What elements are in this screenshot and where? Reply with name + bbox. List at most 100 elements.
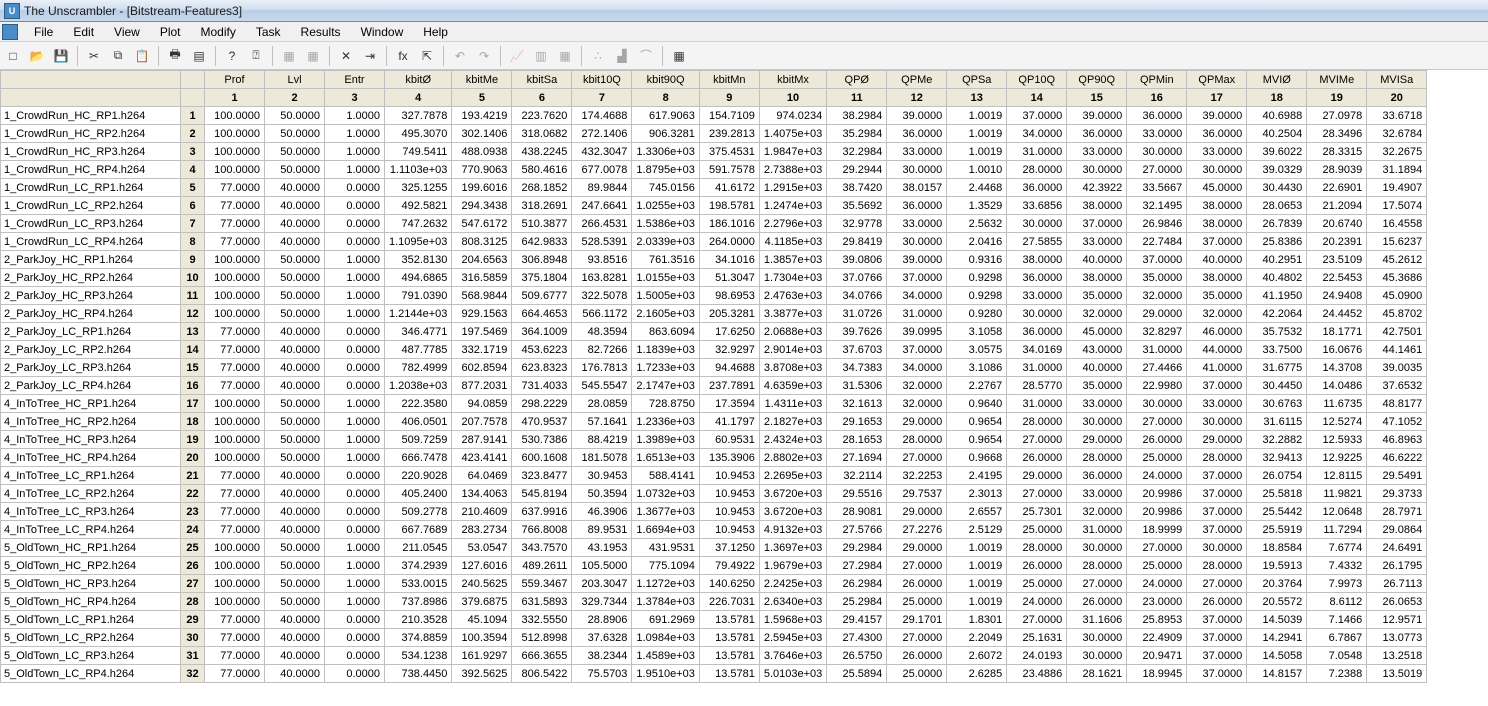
data-cell[interactable]: 1.4589e+03 <box>632 647 699 665</box>
data-cell[interactable]: 30.0000 <box>1007 305 1067 323</box>
data-cell[interactable]: 26.0000 <box>1187 593 1247 611</box>
data-cell[interactable]: 45.0000 <box>1187 179 1247 197</box>
data-cell[interactable]: 100.0000 <box>205 161 265 179</box>
data-cell[interactable]: 42.2064 <box>1247 305 1307 323</box>
data-cell[interactable]: 88.4219 <box>572 431 632 449</box>
data-cell[interactable]: 40.0000 <box>1067 359 1127 377</box>
data-cell[interactable]: 0.9640 <box>947 395 1007 413</box>
data-cell[interactable]: 22.7484 <box>1127 233 1187 251</box>
data-cell[interactable]: 10.9453 <box>699 467 759 485</box>
data-cell[interactable]: 534.1238 <box>385 647 452 665</box>
data-cell[interactable]: 14.5058 <box>1247 647 1307 665</box>
data-cell[interactable]: 20.3764 <box>1247 575 1307 593</box>
data-cell[interactable]: 34.0169 <box>1007 341 1067 359</box>
row-index[interactable]: 18 <box>181 413 205 431</box>
data-cell[interactable]: 1.0000 <box>325 251 385 269</box>
row-name[interactable]: 2_ParkJoy_HC_RP4.h264 <box>1 305 181 323</box>
data-cell[interactable]: 28.0000 <box>1007 539 1067 557</box>
data-cell[interactable]: 50.3594 <box>572 485 632 503</box>
data-cell[interactable]: 487.7785 <box>385 341 452 359</box>
data-cell[interactable]: 38.2984 <box>827 107 887 125</box>
data-cell[interactable]: 545.8194 <box>512 485 572 503</box>
data-cell[interactable]: 488.0938 <box>452 143 512 161</box>
data-cell[interactable]: 50.0000 <box>265 593 325 611</box>
data-cell[interactable]: 27.0000 <box>887 629 947 647</box>
data-cell[interactable]: 1.7233e+03 <box>632 359 699 377</box>
data-cell[interactable]: 0.9298 <box>947 269 1007 287</box>
data-cell[interactable]: 22.9980 <box>1127 377 1187 395</box>
data-cell[interactable]: 13.2518 <box>1367 647 1427 665</box>
data-cell[interactable]: 25.7301 <box>1007 503 1067 521</box>
data-cell[interactable]: 40.0000 <box>265 197 325 215</box>
row-name[interactable]: 2_ParkJoy_HC_RP2.h264 <box>1 269 181 287</box>
data-cell[interactable]: 100.0000 <box>205 125 265 143</box>
menu-view[interactable]: View <box>104 23 150 41</box>
data-cell[interactable]: 2.3013 <box>947 485 1007 503</box>
menu-results[interactable]: Results <box>291 23 351 41</box>
data-cell[interactable]: 0.0000 <box>325 647 385 665</box>
data-cell[interactable]: 26.7113 <box>1367 575 1427 593</box>
data-cell[interactable]: 53.0547 <box>452 539 512 557</box>
data-cell[interactable]: 38.2344 <box>572 647 632 665</box>
data-cell[interactable]: 17.5074 <box>1367 197 1427 215</box>
data-cell[interactable]: 33.0000 <box>1067 233 1127 251</box>
data-cell[interactable]: 26.1795 <box>1367 557 1427 575</box>
data-cell[interactable]: 16.0676 <box>1307 341 1367 359</box>
data-cell[interactable]: 25.0000 <box>1127 557 1187 575</box>
data-cell[interactable]: 40.0000 <box>1067 251 1127 269</box>
data-cell[interactable]: 7.2388 <box>1307 665 1367 683</box>
data-cell[interactable]: 530.7386 <box>512 431 572 449</box>
data-cell[interactable]: 40.0000 <box>265 647 325 665</box>
data-cell[interactable]: 1.0010 <box>947 161 1007 179</box>
data-cell[interactable]: 1.0000 <box>325 143 385 161</box>
data-cell[interactable]: 34.0766 <box>827 287 887 305</box>
data-cell[interactable]: 37.0000 <box>1187 665 1247 683</box>
column-index[interactable]: 18 <box>1247 89 1307 107</box>
column-index[interactable]: 19 <box>1307 89 1367 107</box>
data-cell[interactable]: 1.4311e+03 <box>759 395 826 413</box>
data-cell[interactable]: 0.9316 <box>947 251 1007 269</box>
data-cell[interactable]: 1.7304e+03 <box>759 269 826 287</box>
data-cell[interactable]: 1.2474e+03 <box>759 197 826 215</box>
column-header[interactable]: kbit10Q <box>572 71 632 89</box>
data-cell[interactable]: 100.0000 <box>205 449 265 467</box>
data-cell[interactable]: 222.3580 <box>385 395 452 413</box>
data-cell[interactable]: 37.0000 <box>1127 251 1187 269</box>
data-cell[interactable]: 1.2038e+03 <box>385 377 452 395</box>
data-cell[interactable]: 2.2695e+03 <box>759 467 826 485</box>
data-cell[interactable]: 1.5386e+03 <box>632 215 699 233</box>
data-cell[interactable]: 30.0000 <box>1067 413 1127 431</box>
row-name[interactable]: 1_CrowdRun_HC_RP4.h264 <box>1 161 181 179</box>
data-cell[interactable]: 12.0648 <box>1307 503 1367 521</box>
data-cell[interactable]: 29.8419 <box>827 233 887 251</box>
data-cell[interactable]: 2.2425e+03 <box>759 575 826 593</box>
data-cell[interactable]: 28.0000 <box>887 431 947 449</box>
data-cell[interactable]: 1.0000 <box>325 557 385 575</box>
data-cell[interactable]: 32.9778 <box>827 215 887 233</box>
data-cell[interactable]: 37.0000 <box>1067 215 1127 233</box>
data-cell[interactable]: 17.6250 <box>699 323 759 341</box>
data-cell[interactable]: 31.0000 <box>1007 143 1067 161</box>
data-cell[interactable]: 27.0000 <box>1127 161 1187 179</box>
data-cell[interactable]: 29.0000 <box>887 413 947 431</box>
data-cell[interactable]: 77.0000 <box>205 485 265 503</box>
data-cell[interactable]: 30.6763 <box>1247 395 1307 413</box>
data-cell[interactable]: 7.4332 <box>1307 557 1367 575</box>
data-cell[interactable]: 745.0156 <box>632 179 699 197</box>
data-cell[interactable]: 306.8948 <box>512 251 572 269</box>
data-cell[interactable]: 38.7420 <box>827 179 887 197</box>
data-cell[interactable]: 37.6532 <box>1367 377 1427 395</box>
data-cell[interactable]: 18.9945 <box>1127 665 1187 683</box>
data-cell[interactable]: 77.0000 <box>205 359 265 377</box>
data-cell[interactable]: 77.0000 <box>205 233 265 251</box>
data-grid-wrap[interactable]: ProfLvlEntrkbitØkbitMekbitSakbit10Qkbit9… <box>0 70 1488 706</box>
data-cell[interactable]: 808.3125 <box>452 233 512 251</box>
data-cell[interactable]: 1.0019 <box>947 557 1007 575</box>
data-cell[interactable]: 2.5632 <box>947 215 1007 233</box>
data-cell[interactable]: 223.7620 <box>512 107 572 125</box>
data-cell[interactable]: 364.1009 <box>512 323 572 341</box>
data-cell[interactable]: 42.7501 <box>1367 323 1427 341</box>
data-cell[interactable]: 494.6865 <box>385 269 452 287</box>
data-cell[interactable]: 25.0000 <box>1007 521 1067 539</box>
data-cell[interactable]: 31.1894 <box>1367 161 1427 179</box>
